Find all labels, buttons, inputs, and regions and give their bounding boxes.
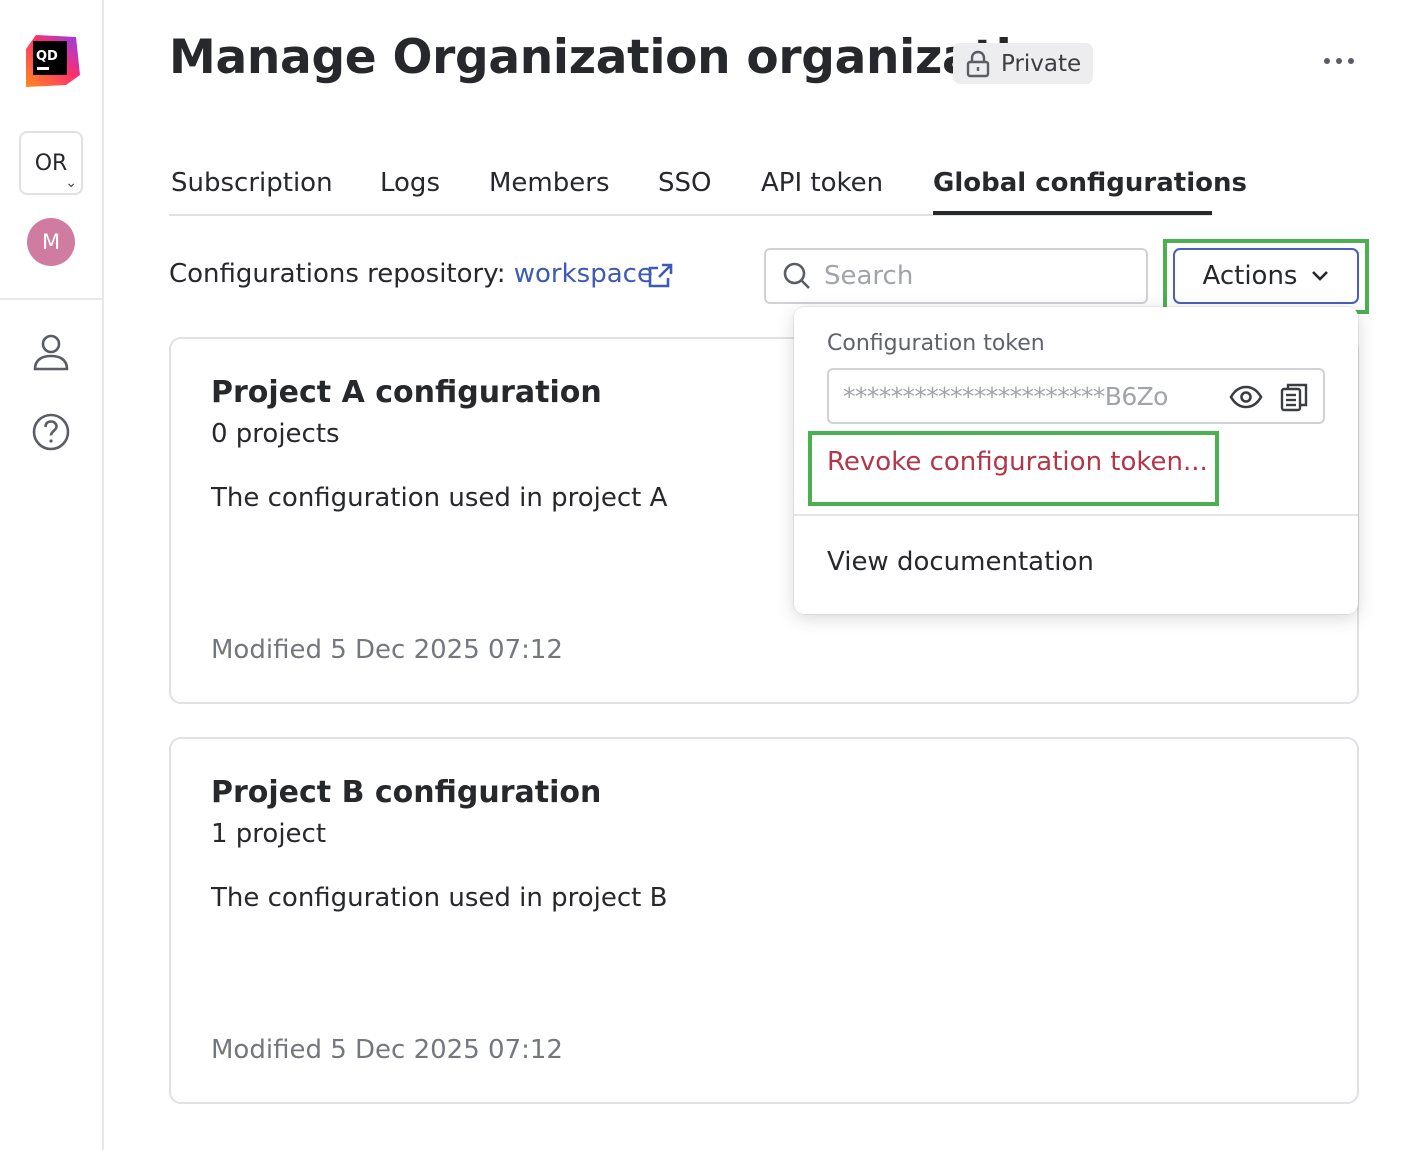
search-input[interactable] (824, 261, 1124, 291)
user-initial: M (41, 230, 61, 254)
user-avatar[interactable]: M (27, 218, 75, 266)
view-documentation-menu-item[interactable]: View documentation (827, 547, 1094, 577)
menu-divider (794, 514, 1358, 516)
repository-label: Configurations repository: workspace (169, 259, 653, 289)
tab-logs[interactable]: Logs (380, 168, 440, 198)
configuration-token-field[interactable]: **********************B6Zo (827, 368, 1325, 424)
external-link-icon[interactable] (646, 262, 674, 290)
visibility-label: Private (1001, 50, 1082, 77)
page-title: Manage Organization organization (169, 30, 1077, 85)
actions-dropdown-menu: Configuration token ********************… (794, 307, 1358, 614)
tab-bar: Subscription Logs Members SSO API token … (169, 160, 1247, 216)
configuration-token-value: **********************B6Zo (843, 382, 1168, 411)
configuration-title: Project B configuration (211, 775, 602, 810)
lock-icon (966, 50, 990, 77)
organization-switcher[interactable]: OR ⌄ (19, 131, 83, 195)
configuration-project-count: 0 projects (211, 419, 340, 449)
chevron-down-icon: ⌄ (65, 175, 77, 191)
tab-sso[interactable]: SSO (658, 168, 711, 198)
configuration-token-label: Configuration token (827, 331, 1045, 356)
show-token-eye-icon[interactable] (1229, 383, 1263, 411)
copy-token-icon[interactable] (1279, 381, 1309, 413)
org-short-label: OR (34, 150, 68, 176)
configuration-description: The configuration used in project B (211, 883, 668, 913)
search-icon (783, 262, 810, 289)
tab-subscription[interactable]: Subscription (171, 168, 333, 198)
more-options-icon[interactable] (1314, 46, 1364, 76)
revoke-token-menu-item[interactable]: Revoke configuration token... (827, 447, 1208, 477)
repository-link[interactable]: workspace (514, 259, 653, 289)
configuration-description: The configuration used in project A (211, 483, 668, 513)
actions-label: Actions (1202, 261, 1298, 291)
configuration-modified: Modified 5 Dec 2025 07:12 (211, 635, 563, 665)
search-box (764, 248, 1148, 304)
tab-global-configurations[interactable]: Global configurations (933, 168, 1247, 198)
chevron-down-icon (1312, 271, 1329, 281)
left-rail: QD OR ⌄ M (0, 0, 104, 1150)
profile-icon[interactable] (31, 332, 71, 372)
configuration-card[interactable]: Project B configuration 1 project The co… (169, 737, 1359, 1104)
configuration-modified: Modified 5 Dec 2025 07:12 (211, 1035, 563, 1065)
help-icon[interactable] (31, 412, 71, 452)
actions-button[interactable]: Actions (1173, 248, 1359, 304)
configuration-title: Project A configuration (211, 375, 602, 410)
qodana-logo-icon[interactable]: QD (22, 31, 80, 89)
configuration-project-count: 1 project (211, 819, 327, 849)
tab-members[interactable]: Members (489, 168, 610, 198)
tab-api-token[interactable]: API token (761, 168, 883, 198)
logo-text: QD (36, 49, 58, 64)
rail-divider (0, 298, 102, 300)
repository-prefix: Configurations repository: (169, 259, 514, 289)
active-tab-indicator (933, 211, 1212, 215)
visibility-badge: Private (953, 43, 1093, 84)
